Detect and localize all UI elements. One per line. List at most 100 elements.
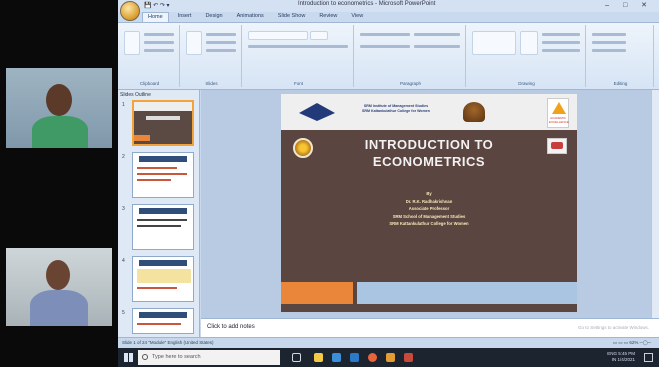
group-label: Clipboard: [139, 81, 160, 86]
system-tray-clock[interactable]: ENG 5:45 PM IN 1/4/2021: [607, 351, 635, 363]
new-slide-button[interactable]: [186, 31, 202, 55]
text-direction-button[interactable]: [414, 33, 460, 36]
logo-text: ACADEMIC EXCELLENCE: [549, 116, 569, 124]
slide-thumbnail-2[interactable]: [132, 152, 194, 198]
convert-smartart-button[interactable]: [414, 45, 460, 48]
tab-design[interactable]: Design: [200, 12, 227, 22]
group-label: Font: [293, 81, 303, 86]
slide-thumbnail-5[interactable]: [132, 308, 194, 334]
arrange-button[interactable]: [520, 31, 538, 55]
notes-placeholder[interactable]: Click to add notes: [207, 324, 255, 330]
thumb-foot: [134, 135, 150, 141]
footer-block-blue: [357, 282, 577, 304]
layout-button[interactable]: [206, 33, 236, 36]
thumb-number: 4: [122, 258, 125, 264]
slide-thumbnail-1[interactable]: [132, 100, 194, 146]
paste-button[interactable]: [124, 31, 140, 55]
ribbon-group-slides: Slides: [182, 25, 242, 87]
activate-windows-watermark: Go to Settings to activate Windows.: [577, 325, 649, 330]
window-title: Introduction to econometrics - Microsoft…: [298, 1, 436, 7]
format-painter-button[interactable]: [144, 49, 174, 52]
windows-start-icon[interactable]: [124, 353, 133, 362]
thumb-text: [137, 179, 171, 181]
slide-byline[interactable]: By Dr. R.K. Radhakrishnan Associate Prof…: [281, 190, 577, 228]
tab-animations[interactable]: Animations: [232, 12, 269, 22]
video-tile-participant-1[interactable]: [6, 68, 112, 148]
institution-logo-icon: [299, 103, 335, 113]
thumb-text: [137, 323, 181, 325]
title-bar: 💾 ↶ ↷ ▾ Introduction to econometrics - M…: [118, 0, 659, 12]
shapes-gallery[interactable]: [472, 31, 516, 55]
screen: 💾 ↶ ↷ ▾ Introduction to econometrics - M…: [0, 0, 659, 367]
delete-button[interactable]: [206, 49, 236, 52]
replace-button[interactable]: [592, 41, 626, 44]
find-button[interactable]: [592, 33, 626, 36]
thumb-title-bar: [139, 260, 187, 266]
font-name-select[interactable]: [248, 31, 308, 40]
ribbon-group-paragraph: Paragraph: [356, 25, 466, 87]
pane-tabs[interactable]: Slides Outline: [120, 92, 151, 98]
ribbon-group-clipboard: Clipboard: [120, 25, 180, 87]
window-controls[interactable]: – □ ✕: [605, 1, 653, 9]
app-icon[interactable]: [404, 353, 413, 362]
tab-home[interactable]: Home: [142, 12, 169, 22]
thumb-text: [137, 167, 177, 169]
thumb-title-bar: [139, 312, 187, 318]
current-slide[interactable]: SRM Institute of Management Studies SRM …: [281, 94, 577, 312]
tab-slide-show[interactable]: Slide Show: [273, 12, 311, 22]
logo-triangle: [552, 102, 566, 114]
group-label: Slides: [205, 81, 218, 86]
thumb-title: [146, 116, 180, 120]
thumb-text: [137, 225, 181, 227]
slide-thumbnail-4[interactable]: [132, 256, 194, 302]
reset-button[interactable]: [206, 41, 236, 44]
group-label: Drawing: [518, 81, 535, 86]
video-tile-participant-2[interactable]: [6, 248, 112, 326]
ribbon-group-drawing: Drawing: [468, 25, 586, 87]
font-format-buttons[interactable]: [248, 45, 348, 48]
accreditation-logo-icon: ACADEMIC EXCELLENCE: [547, 98, 569, 128]
file-explorer-icon[interactable]: [314, 353, 323, 362]
chrome-icon[interactable]: [368, 353, 377, 362]
slide-thumbnail-3[interactable]: [132, 204, 194, 250]
thumb-text: [137, 219, 187, 221]
quick-access-toolbar[interactable]: 💾 ↶ ↷ ▾: [144, 2, 170, 9]
status-bar: Slide 1 of 24 "Module" English (United S…: [118, 337, 659, 348]
slide-title[interactable]: INTRODUCTION TO ECONOMETRICS: [281, 136, 577, 170]
select-button[interactable]: [592, 49, 626, 52]
thumb-title-bar: [139, 156, 187, 162]
tab-review[interactable]: Review: [314, 12, 342, 22]
shape-fill-button[interactable]: [542, 33, 580, 36]
zoom-controls[interactable]: ▭ ▭ ▭ 62% ─◯─: [613, 340, 651, 346]
notification-icon[interactable]: [644, 353, 653, 362]
shape-outline-button[interactable]: [542, 41, 580, 44]
cut-button[interactable]: [144, 33, 174, 36]
thumb-table: [137, 269, 191, 283]
align-buttons[interactable]: [360, 45, 410, 48]
group-label: Editing: [613, 81, 628, 86]
list-buttons[interactable]: [360, 33, 410, 36]
tab-insert[interactable]: Insert: [173, 12, 197, 22]
taskbar: Type here to search ENG 5:45 PM IN 1/4/2…: [118, 348, 659, 367]
slide-editing-area: SRM Institute of Management Studies SRM …: [201, 90, 659, 318]
tab-view[interactable]: View: [346, 12, 368, 22]
powerpoint-taskbar-icon[interactable]: [386, 353, 395, 362]
office-button-icon[interactable]: [120, 1, 140, 21]
participant-1-body: [32, 116, 88, 148]
task-view-icon[interactable]: [292, 353, 301, 362]
taskbar-search[interactable]: Type here to search: [138, 350, 280, 365]
copy-button[interactable]: [144, 41, 174, 44]
search-placeholder: Type here to search: [152, 354, 201, 360]
thumb-number: 2: [122, 154, 125, 160]
participant-1-head: [46, 84, 72, 116]
store-icon[interactable]: [332, 353, 341, 362]
ribbon: Clipboard Slides Font Paragraph Drawing …: [118, 22, 659, 90]
font-size-select[interactable]: [310, 31, 328, 40]
vertical-scrollbar[interactable]: [651, 90, 659, 318]
notes-pane[interactable]: Click to add notes Go to Settings to act…: [201, 318, 659, 337]
mail-icon[interactable]: [350, 353, 359, 362]
shape-effects-button[interactable]: [542, 49, 580, 52]
thumb-number: 3: [122, 206, 125, 212]
slides-pane: Slides Outline 1 2 3 4 5: [118, 90, 200, 337]
institution-logo-icon: [299, 113, 335, 121]
